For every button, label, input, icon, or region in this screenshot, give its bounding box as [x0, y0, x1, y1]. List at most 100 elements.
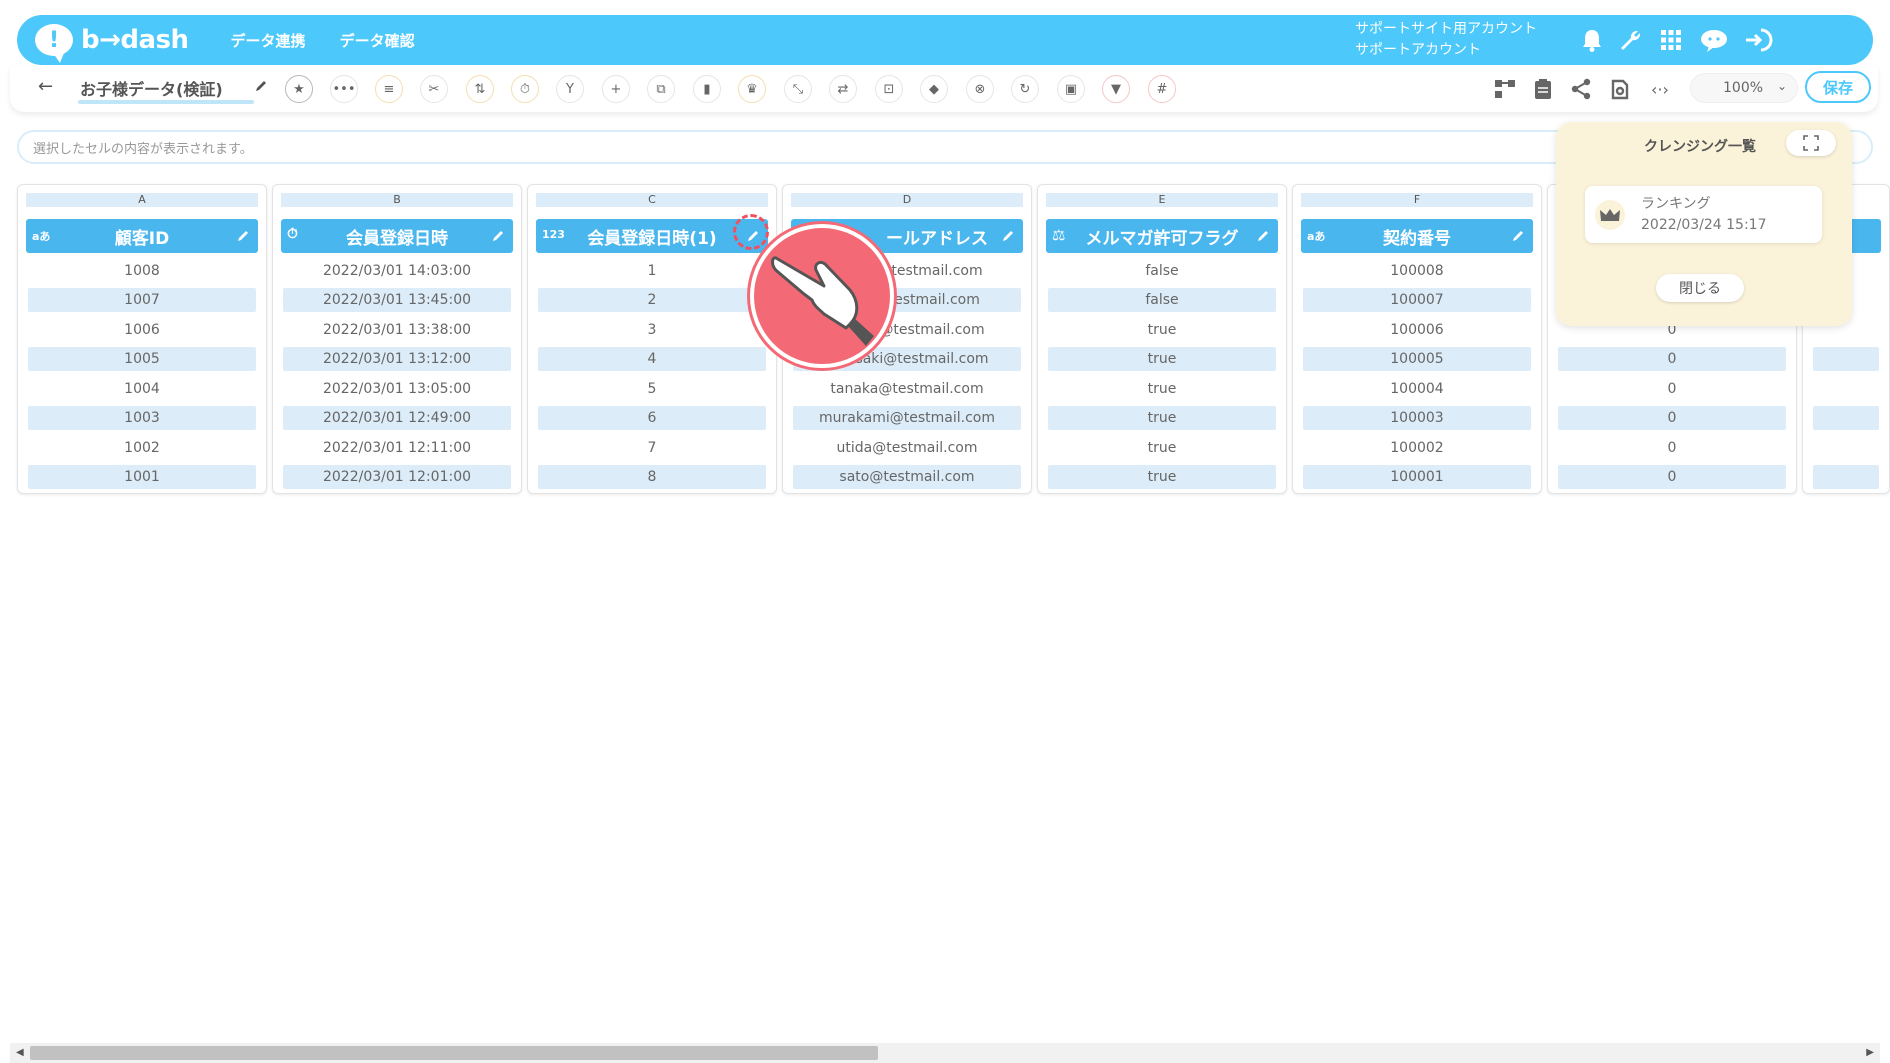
table-cell[interactable]: 1004: [28, 377, 256, 401]
table-cell[interactable]: 2022/03/01 12:49:00: [283, 406, 511, 430]
collapse-icon[interactable]: ⤡: [784, 75, 812, 103]
cleansing-card[interactable]: ランキング 2022/03/24 15:17: [1585, 186, 1822, 243]
ab-replace-icon[interactable]: ↻: [1011, 75, 1039, 103]
table-cell[interactable]: 2: [538, 288, 766, 312]
code-icon[interactable]: ‹·›: [1647, 76, 1673, 102]
table-cell[interactable]: 7: [538, 436, 766, 460]
table-cell[interactable]: tanaka@testmail.com: [793, 377, 1021, 401]
expand-icon[interactable]: [1786, 130, 1836, 156]
flow-icon[interactable]: [1492, 76, 1518, 102]
zoom-select[interactable]: 100% ⌄: [1690, 73, 1798, 103]
column-a[interactable]: A aあ 顧客ID 1008 1007 1006 1005 1004 1003 …: [17, 184, 267, 494]
box-icon[interactable]: ◆: [920, 75, 948, 103]
cancel-circle-icon[interactable]: ⊗: [966, 75, 994, 103]
table-cell[interactable]: 0: [1558, 465, 1786, 489]
table-cell[interactable]: 100004: [1303, 377, 1531, 401]
table-cell[interactable]: 1007: [28, 288, 256, 312]
tools-icon[interactable]: ✂: [420, 75, 448, 103]
table-cell[interactable]: 2022/03/01 13:38:00: [283, 318, 511, 342]
table-cell[interactable]: true: [1048, 406, 1276, 430]
table-cell[interactable]: utida@testmail.com: [793, 436, 1021, 460]
edit-pencil-icon[interactable]: [1511, 228, 1525, 248]
scrollbar-thumb[interactable]: [30, 1046, 878, 1060]
column-header[interactable]: ⚖ メルマガ許可フラグ: [1046, 219, 1278, 253]
list-icon[interactable]: ≡: [375, 75, 403, 103]
grid-icon[interactable]: [1655, 24, 1687, 56]
save-button[interactable]: 保存: [1805, 71, 1871, 103]
document-title[interactable]: お子様データ(検証): [80, 76, 223, 100]
clipboard-icon[interactable]: [1530, 76, 1556, 102]
hash-icon[interactable]: #: [1148, 75, 1176, 103]
table-cell[interactable]: 6: [538, 406, 766, 430]
table-cell[interactable]: 100006: [1303, 318, 1531, 342]
merge-icon[interactable]: Y: [556, 75, 584, 103]
column-header[interactable]: ⏱ 会員登録日時: [281, 219, 513, 253]
table-cell[interactable]: 0: [1558, 406, 1786, 430]
edit-pencil-icon[interactable]: [1256, 228, 1270, 248]
bell-icon[interactable]: [1576, 24, 1608, 56]
scroll-left-icon[interactable]: ◀: [16, 1047, 24, 1058]
table-cell[interactable]: 0: [1558, 347, 1786, 371]
table-cell[interactable]: 100008: [1303, 259, 1531, 283]
table-cell[interactable]: 1008: [28, 259, 256, 283]
table-cell[interactable]: murakami@testmail.com: [793, 406, 1021, 430]
table-cell[interactable]: 2022/03/01 13:05:00: [283, 377, 511, 401]
table-cell[interactable]: [1813, 465, 1879, 489]
trash-icon[interactable]: ▮: [693, 75, 721, 103]
table-cell[interactable]: 2022/03/01 12:01:00: [283, 465, 511, 489]
table-cell[interactable]: true: [1048, 318, 1276, 342]
column-header[interactable]: aあ 契約番号: [1301, 219, 1533, 253]
table-cell[interactable]: 1006: [28, 318, 256, 342]
wrench-icon[interactable]: [1614, 24, 1646, 56]
more-icon[interactable]: •••: [330, 75, 358, 103]
nav-data-integration[interactable]: データ連携: [231, 30, 306, 51]
table-cell[interactable]: 100007: [1303, 288, 1531, 312]
column-letter[interactable]: C: [536, 193, 768, 207]
table-cell[interactable]: 2022/03/01 14:03:00: [283, 259, 511, 283]
column-letter[interactable]: E: [1046, 193, 1278, 207]
table-cell[interactable]: 0: [1558, 377, 1786, 401]
table-cell[interactable]: 1005: [28, 347, 256, 371]
scroll-right-icon[interactable]: ▶: [1866, 1047, 1874, 1058]
table-cell[interactable]: false: [1048, 288, 1276, 312]
table-cell[interactable]: 0: [1558, 436, 1786, 460]
table-cell[interactable]: 1: [538, 259, 766, 283]
account-info[interactable]: サポートサイト用アカウント サポートアカウント: [1355, 19, 1537, 61]
table-cell[interactable]: true: [1048, 347, 1276, 371]
column-letter[interactable]: A: [26, 193, 258, 207]
column-b[interactable]: B ⏱ 会員登録日時 2022/03/01 14:03:00 2022/03/0…: [272, 184, 522, 494]
split-icon[interactable]: ⇅: [466, 75, 494, 103]
table-cell[interactable]: 2022/03/01 13:12:00: [283, 347, 511, 371]
table-cell[interactable]: [1813, 406, 1879, 430]
table-cell[interactable]: 100001: [1303, 465, 1531, 489]
table-cell[interactable]: 100002: [1303, 436, 1531, 460]
star-icon[interactable]: ★: [285, 75, 313, 103]
filter-icon[interactable]: ▼: [1102, 75, 1130, 103]
horizontal-scrollbar[interactable]: ◀ ▶: [10, 1043, 1880, 1063]
swap-icon[interactable]: ⇄: [829, 75, 857, 103]
rename-pencil-icon[interactable]: [254, 78, 268, 97]
lock-edit-icon[interactable]: ⊡: [875, 75, 903, 103]
edit-pencil-icon[interactable]: [236, 228, 250, 248]
column-letter[interactable]: B: [281, 193, 513, 207]
column-letter[interactable]: D: [791, 193, 1023, 207]
logo[interactable]: ! b→dash: [35, 24, 189, 63]
table-cell[interactable]: 8: [538, 465, 766, 489]
table-cell[interactable]: 2022/03/01 13:45:00: [283, 288, 511, 312]
table-cell[interactable]: 100003: [1303, 406, 1531, 430]
nav-data-check[interactable]: データ確認: [340, 30, 415, 51]
frame-icon[interactable]: ▣: [1057, 75, 1085, 103]
table-cell[interactable]: true: [1048, 436, 1276, 460]
table-cell[interactable]: 3: [538, 318, 766, 342]
table-cell[interactable]: 1003: [28, 406, 256, 430]
history-icon[interactable]: [1607, 76, 1633, 102]
crown-icon[interactable]: ♛: [738, 75, 766, 103]
timer-icon[interactable]: ⏱: [511, 75, 539, 103]
column-f[interactable]: F aあ 契約番号 100008 100007 100006 100005 10…: [1292, 184, 1542, 494]
table-cell[interactable]: 100005: [1303, 347, 1531, 371]
table-cell[interactable]: sato@testmail.com: [793, 465, 1021, 489]
edit-pencil-icon[interactable]: [491, 228, 505, 248]
table-cell[interactable]: false: [1048, 259, 1276, 283]
column-e[interactable]: E ⚖ メルマガ許可フラグ false false true true true…: [1037, 184, 1287, 494]
back-arrow-icon[interactable]: ←: [38, 76, 53, 97]
